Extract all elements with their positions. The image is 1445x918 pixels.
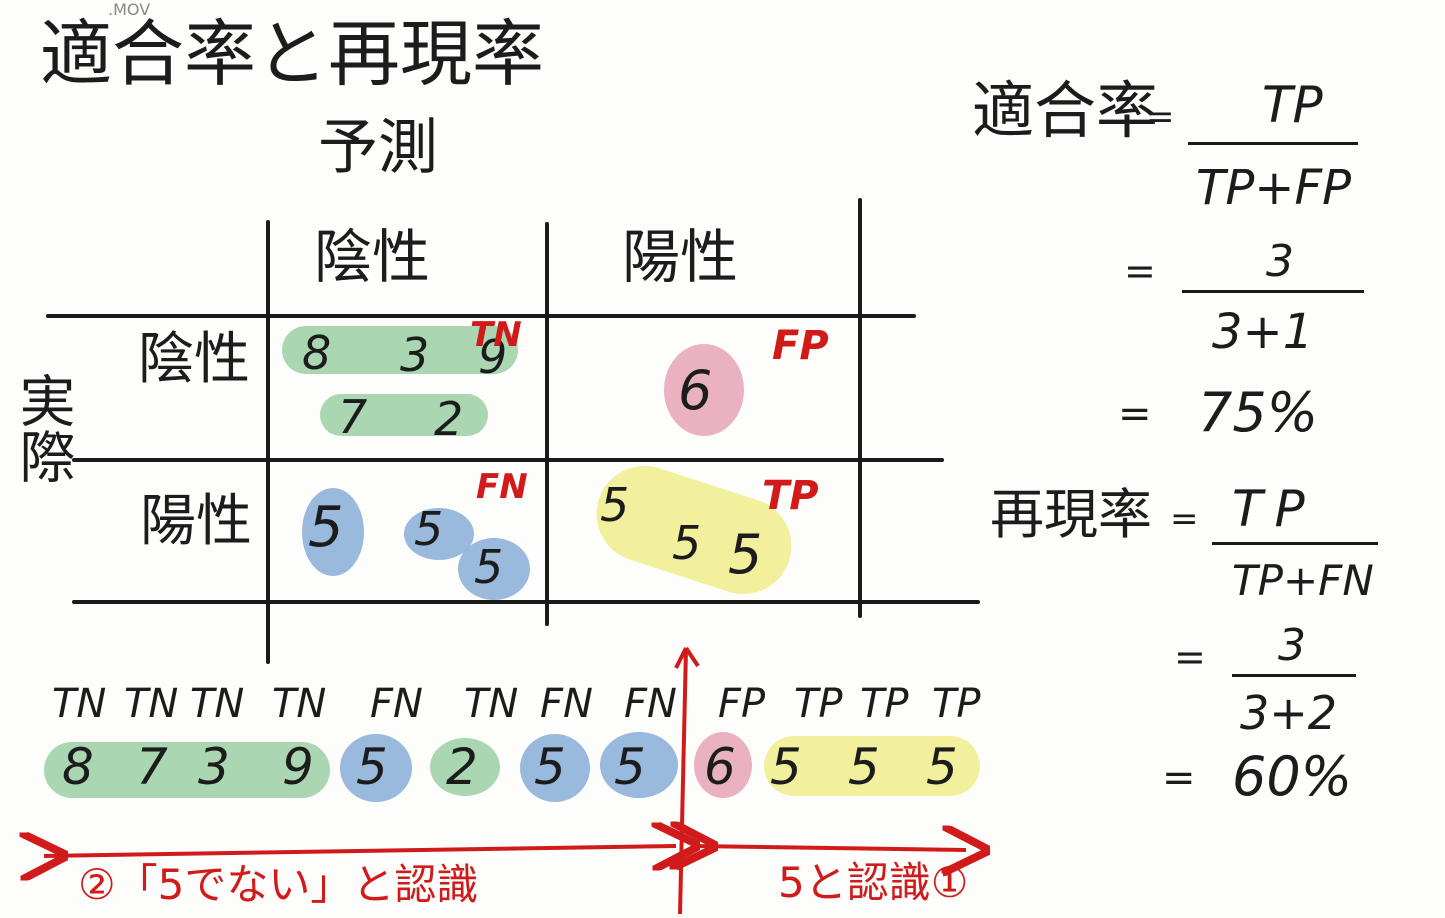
- precision-calc-equals: =: [1124, 249, 1156, 293]
- grid-hline-mid: [72, 458, 944, 462]
- col-header-negative: 陰性: [314, 223, 431, 291]
- sequence-digit: 5: [770, 738, 802, 796]
- recall-calc-bar: [1232, 674, 1356, 677]
- tn-digit: 2: [434, 392, 464, 446]
- sequence-digit: 2: [446, 738, 478, 796]
- precision-label: 適合率: [972, 74, 1159, 147]
- sequence-digit: 5: [356, 738, 388, 796]
- sequence-label: TN: [52, 681, 107, 727]
- fn-digit: 5: [308, 495, 344, 560]
- grid-vline-1: [266, 220, 270, 664]
- sequence-label: TP: [932, 681, 981, 727]
- sequence-digit: 5: [926, 738, 958, 796]
- recall-fraction-bar: [1212, 542, 1378, 545]
- sequence-digit: 9: [282, 738, 314, 796]
- row-header-negative: 陰性: [138, 327, 250, 392]
- recall-equals: =: [1170, 499, 1199, 539]
- arrow-left: [44, 846, 676, 856]
- grid-hline-bottom: [72, 600, 980, 604]
- fn-digit: 5: [474, 540, 504, 594]
- predicted-header: 予測: [318, 113, 438, 183]
- col-header-positive: 陽性: [622, 223, 739, 291]
- sequence-label: TP: [860, 681, 909, 727]
- sequence-digit: 6: [704, 738, 736, 796]
- sequence-digit: 5: [534, 738, 566, 796]
- left-arrow-label: ②「5でない」と認識: [78, 860, 479, 909]
- arrow-right: [694, 846, 966, 850]
- recall-calc-equals: =: [1174, 635, 1206, 679]
- sequence-label: FN: [370, 681, 423, 727]
- sequence-label: TN: [272, 681, 327, 727]
- tn-digit: 8: [302, 326, 332, 380]
- arrow-up-tip: [674, 647, 688, 669]
- sequence-digit: 8: [62, 738, 94, 796]
- tp-digit: 5: [728, 523, 763, 586]
- sequence-label: FP: [718, 681, 766, 727]
- sequence-label: TN: [124, 681, 179, 727]
- precision-result: 75%: [1198, 381, 1319, 444]
- sequence-label: FN: [624, 681, 677, 727]
- recall-numerator: TP: [1232, 480, 1317, 538]
- grid-vline-3: [858, 198, 862, 618]
- sequence-digit: 5: [614, 738, 646, 796]
- tp-tag: TP: [762, 473, 819, 519]
- precision-calc-bar: [1182, 290, 1364, 293]
- sequence-digit: 5: [848, 738, 880, 796]
- recall-denominator: TP+FN: [1232, 556, 1374, 605]
- fp-tag: FP: [772, 323, 829, 369]
- recall-result: 60%: [1232, 745, 1353, 808]
- precision-equals: =: [1146, 97, 1175, 137]
- sequence-label: TN: [190, 681, 245, 727]
- recall-calc-numerator: 3: [1278, 620, 1306, 671]
- grid-vline-2: [545, 222, 549, 626]
- arrow-up-tip: [684, 646, 700, 668]
- tn-digit: 3: [400, 328, 430, 382]
- actual-header-text: 実際: [10, 372, 75, 484]
- tp-digit: 5: [600, 478, 630, 532]
- precision-numerator: TP: [1262, 76, 1323, 134]
- precision-result-equals: =: [1118, 391, 1152, 437]
- sequence-label: TP: [794, 681, 843, 727]
- sequence-label: FN: [540, 681, 593, 727]
- recall-label: 再現率: [990, 483, 1152, 546]
- precision-fraction-bar: [1188, 142, 1358, 145]
- fn-digit: 5: [414, 502, 444, 556]
- recall-calc-denominator: 3+2: [1240, 686, 1338, 740]
- tn-digit: 7: [338, 390, 368, 444]
- actual-header: 実際: [10, 372, 75, 484]
- row-header-positive: 陽性: [140, 489, 252, 554]
- sequence-label: TN: [464, 681, 519, 727]
- sequence-digit: 3: [198, 738, 230, 796]
- fn-tag: FN: [476, 467, 528, 507]
- tn-tag: TN: [470, 315, 522, 355]
- precision-calc-denominator: 3+1: [1212, 304, 1314, 360]
- sequence-digit: 7: [136, 738, 168, 796]
- tp-digit: 5: [672, 516, 702, 570]
- right-arrow-label: 5と認識①: [778, 858, 969, 907]
- divider-line: [678, 647, 688, 915]
- recall-result-equals: =: [1162, 755, 1196, 801]
- fp-digit: 6: [678, 359, 713, 422]
- precision-denominator: TP+FP: [1196, 160, 1352, 216]
- precision-calc-numerator: 3: [1266, 236, 1294, 287]
- page-title: 適合率と再現率: [40, 12, 545, 96]
